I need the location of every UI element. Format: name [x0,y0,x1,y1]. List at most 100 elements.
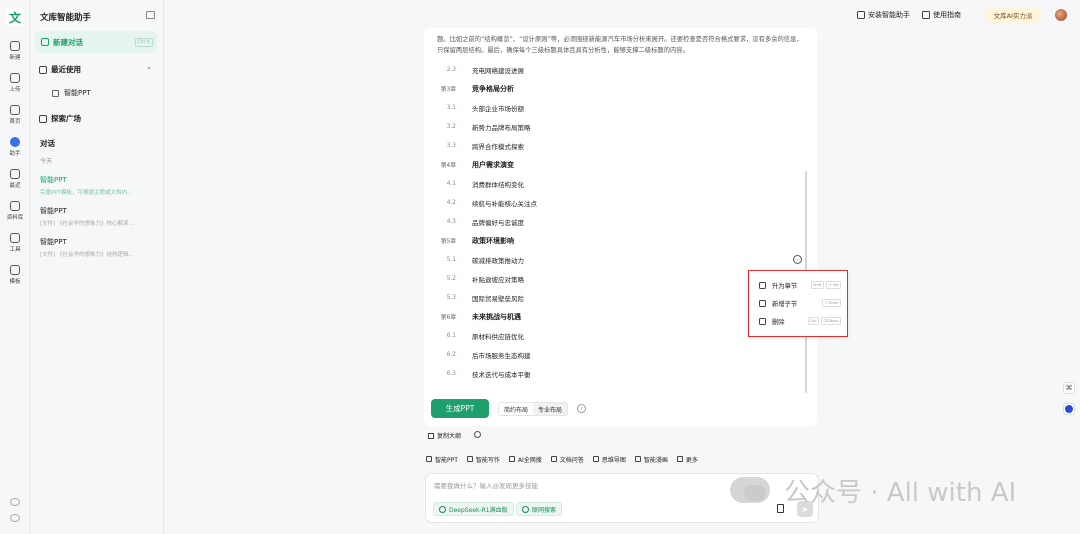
folder-icon [10,201,20,211]
chat-input[interactable] [434,482,734,490]
assistant-float-button[interactable] [1063,403,1075,415]
outline-row[interactable]: 3.1- 头部企业市场份额 [424,99,799,116]
mindmap-icon [592,456,599,462]
assistant-icon [10,137,20,147]
more-options-icon[interactable]: ··· [793,255,802,264]
outline-chapter-row[interactable]: 第3章 - 竞争格局分析 [424,80,799,97]
pen-icon [466,456,473,462]
ppt-icon [52,89,59,97]
recent-item-ppt[interactable]: 智能PPT [52,88,91,98]
delete-item[interactable]: 删除 Ctrl ⌫ Back [759,315,841,327]
grid-icon [39,114,47,123]
outline-row[interactable]: 5.2- 补贴退坡应对策略 [424,270,799,287]
outline-row[interactable]: 6.2- 后市场服务生态构建 [424,346,799,363]
tool-smart-writing[interactable]: 智能写作 [466,454,500,464]
layout-pro-option[interactable]: 专业布局 [533,403,567,415]
new-chat-icon [41,38,49,46]
promote-icon [759,281,766,289]
rail-upload[interactable]: 上传 [0,70,30,96]
tool-mindmap[interactable]: 思维导图 [592,454,626,464]
rail-assistant[interactable]: 助手 [0,134,30,160]
promote-to-chapter-item[interactable]: 升为章节 Shift ⇥ Tab [759,279,841,291]
add-subsection-item[interactable]: 新增子节 ⏎ Enter [759,297,841,309]
download-icon [857,11,865,19]
tool-web-search[interactable]: AI全网搜 [508,454,542,464]
rail-library[interactable]: 资料库 [0,198,30,224]
comic-icon [634,456,641,462]
wenku-logo[interactable]: 文 [6,8,24,26]
pro-badge-button[interactable]: 文库AI实力派 [984,7,1042,23]
generate-ppt-button[interactable]: 生成PPT [431,399,489,418]
plus-icon [10,41,20,51]
outline-row[interactable]: 3.2- 新势力品牌布局策略 [424,118,799,135]
reasoning-text: 题。比如之前的“结构概览”、“设计原则”等，必须围绕新能源汽车市场分析来展开。还… [437,36,803,54]
sidebar: 文库智能助手 新建对话 Ctrl K 最近使用 ⌃ 智能PPT 探索广场 对话 … [30,0,164,534]
web-search-chip[interactable]: 联网搜索 [516,502,563,516]
shortcut-hint: Ctrl K [134,37,153,47]
outline-row[interactable]: 2.3- 充电网络建设进展 [424,61,799,78]
install-assistant-button[interactable]: 安装智能助手 [857,10,910,20]
outline-row[interactable]: 4.1- 消费群体结构变化 [424,175,799,192]
deepseek-model-chip[interactable]: DeepSeek-R1满血版 [433,502,514,516]
conversation-item[interactable]: 智能PPT [文件] 《社会学的想象力》核心解读... [40,206,158,227]
whale-icon [439,505,446,513]
outline-row[interactable]: 3.3- 跨界合作模式探索 [424,137,799,154]
outline-row[interactable]: 5.3- 国际贸易壁垒风险 [424,289,799,306]
chevron-up-icon[interactable]: ⌃ [146,66,152,74]
new-chat-button[interactable]: 新建对话 Ctrl K [35,31,157,53]
ppt-icon [426,456,432,462]
user-guide-button[interactable]: 使用指南 [922,10,961,20]
chat-icon [550,456,557,462]
bot-icon [1065,405,1073,413]
wechat-icon [730,477,770,503]
outline-chapter-row[interactable]: 第6章 - 未来挑战与机遇 [424,308,799,325]
upload-icon [10,73,20,83]
avatar[interactable] [1055,9,1067,21]
globe-icon [522,505,529,513]
recent-section[interactable]: 最近使用 [39,64,81,75]
clock-icon [10,169,20,179]
palette-icon [10,265,20,275]
collapse-sidebar-icon[interactable] [146,11,155,19]
rail-new[interactable]: 新建 [0,38,30,64]
shortcut-float-icon[interactable]: ⌘ [1063,382,1075,394]
refresh-icon[interactable] [474,431,481,438]
book-icon [922,11,930,19]
layout-toggle: 简约布局 专业布局 [498,402,569,416]
feedback-icon[interactable] [10,514,20,522]
conversations-heading: 对话 [40,139,55,148]
trash-icon [759,317,766,325]
outline-row[interactable]: 4.2- 续航与补能核心关注点 [424,194,799,211]
row-context-menu: 升为章节 Shift ⇥ Tab 新增子节 ⏎ Enter 删除 Ctrl ⌫ Ba… [748,270,848,337]
copy-outline-button[interactable]: 复制大纲 [428,431,461,440]
outline-row[interactable]: 6.3- 技术迭代与成本平衡 [424,365,799,382]
conversation-item[interactable]: 智能PPT 完善PPT模板，可根据主题或文档内... [40,175,158,196]
outline-row[interactable]: 4.3- 品牌偏好与忠诚度 [424,213,799,230]
conversation-item[interactable]: 智能PPT [文件] 《社会学的想象力》结构逻辑... [40,237,158,258]
rail-recent[interactable]: 最近 [0,166,30,192]
watermark: 公众号 · All with AI [730,470,1016,510]
copy-icon [428,432,434,439]
outline-chapter-row[interactable]: 第4章 - 用户需求演变 [424,156,799,173]
tool-smart-ppt[interactable]: 智能PPT [426,454,458,464]
left-rail: 文 新建 上传 首页 助手 最近 资料库 工具 模板 [0,0,30,534]
sidebar-title: 文库智能助手 [40,13,92,23]
tool-more[interactable]: 更多 [676,454,698,464]
rail-home[interactable]: 首页 [0,102,30,128]
info-icon[interactable]: i [577,404,586,413]
layout-simple-option[interactable]: 简约布局 [499,403,534,415]
outline-card: 题。比如之前的“结构概览”、“设计原则”等，必须围绕新能源汽车市场分析来展开。还… [424,28,817,426]
cube-icon [39,65,47,74]
toolbox-icon [10,233,20,243]
outline-row-hovered[interactable]: 5.1- 碳减排政策推动力 [424,251,799,268]
help-icon[interactable] [10,498,20,506]
explore-section[interactable]: 探索广场 [39,113,81,124]
rail-tools[interactable]: 工具 [0,230,30,256]
outline-row[interactable]: 6.1- 原材料供应链优化 [424,327,799,344]
tool-doc-qa[interactable]: 文档问答 [550,454,584,464]
add-circle-icon [759,299,766,307]
outline-chapter-row[interactable]: 第5章 - 政策环境影响 [424,232,799,249]
rail-templates[interactable]: 模板 [0,262,30,288]
tool-comic[interactable]: 智能漫画 [634,454,668,464]
skill-toolbar: 智能PPT 智能写作 AI全网搜 文档问答 思维导图 智能漫画 更多 [426,454,707,464]
